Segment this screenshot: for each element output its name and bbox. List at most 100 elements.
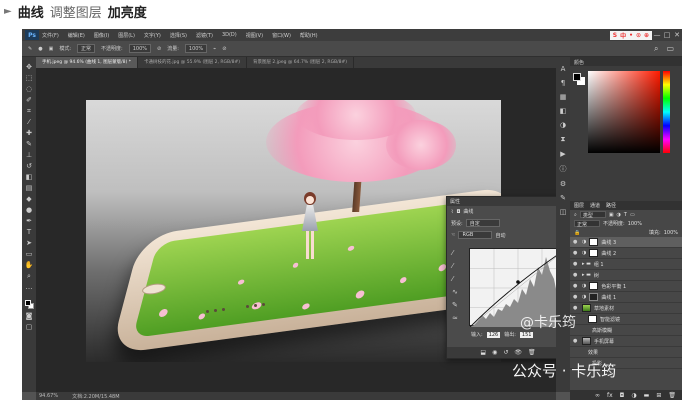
layer-row[interactable]: ● ◑ 曲线 3 (570, 237, 682, 248)
brush-presets-icon[interactable]: ✎ (560, 194, 566, 202)
filter-adjust-icon[interactable]: ◑ (617, 212, 621, 218)
eye-icon[interactable]: ● (573, 261, 579, 267)
brush-tool-icon[interactable]: ✎ (28, 46, 32, 52)
dodge-tool-icon[interactable]: ● (26, 206, 32, 214)
channel-select[interactable]: RGB (458, 231, 493, 239)
layer-thumb[interactable] (582, 337, 591, 345)
flow-input[interactable]: 100% (184, 44, 208, 53)
character-panel-icon[interactable]: A (561, 65, 566, 73)
tab-paths[interactable]: 路径 (606, 202, 616, 209)
color-swatches[interactable] (24, 300, 34, 309)
lasso-tool-icon[interactable]: ◌ (26, 85, 32, 93)
document-image[interactable] (86, 100, 501, 362)
layer-row[interactable]: ● 手机屏幕 (570, 336, 682, 347)
stamp-tool-icon[interactable]: ⊥ (26, 151, 32, 159)
layer-opacity-value[interactable]: 100% (628, 221, 642, 227)
preset-select[interactable]: 自定 (465, 219, 500, 227)
new-adjustment-icon[interactable]: ◑ (631, 392, 636, 399)
layer-sub-row[interactable]: 智能滤镜 (570, 314, 682, 325)
layer-row[interactable]: ● ◑ 曲线 2 (570, 248, 682, 259)
mode-select[interactable]: 正常 (77, 44, 96, 53)
filter-mask-thumb[interactable] (588, 315, 597, 323)
blur-tool-icon[interactable]: ◆ (26, 195, 31, 203)
eye-icon[interactable]: ● (573, 283, 579, 289)
workspace-icon[interactable]: ▭ (666, 44, 674, 54)
menu-help[interactable]: 帮助(H) (300, 32, 318, 39)
layer-kind-select[interactable]: 类型 (579, 211, 606, 219)
add-mask-icon[interactable]: ◘ (620, 392, 625, 399)
eye-icon[interactable]: ● (573, 338, 579, 344)
tab-phone-doc[interactable]: 手机.jpeg @ 94.6% (曲线 1, 图层蒙版/8) * (36, 57, 138, 68)
eye-icon[interactable]: ● (573, 239, 579, 245)
menu-view[interactable]: 视图(V) (246, 32, 263, 39)
layer-style-icon[interactable]: fx (607, 392, 613, 399)
gradient-tool-icon[interactable]: ▤ (26, 184, 33, 192)
brush-tool-active-icon[interactable]: ✎ (26, 140, 32, 148)
filter-type-icon[interactable]: T (624, 212, 627, 218)
type-tool-icon[interactable]: T (27, 228, 31, 236)
link-layers-icon[interactable]: ∞ (595, 392, 600, 399)
menu-image[interactable]: 图像(I) (94, 32, 109, 39)
brush-panel-icon[interactable]: ▣ (49, 46, 54, 52)
airbrush-icon[interactable]: ⌁ (213, 46, 216, 52)
menu-file[interactable]: 文件(F) (42, 32, 59, 39)
hue-slider[interactable] (663, 71, 670, 153)
mask-icon[interactable]: ◘ (456, 209, 460, 215)
layer-sub-row[interactable]: 效果 (570, 347, 682, 358)
brush-preset-icon[interactable]: ● (38, 46, 42, 52)
target-adjust-icon[interactable]: ☜ (451, 232, 455, 238)
white-point-eyedropper-icon[interactable]: ⁄ (452, 275, 458, 283)
menu-3d[interactable]: 3D(D) (222, 32, 237, 38)
visibility-icon[interactable]: 👁 (514, 349, 522, 356)
eye-icon[interactable]: ● (573, 272, 579, 278)
search-icon[interactable]: ⌕ (654, 44, 658, 54)
screen-mode-icon[interactable]: ▢ (26, 323, 33, 331)
eye-icon[interactable]: ● (573, 305, 579, 311)
menu-filter[interactable]: 滤镜(T) (196, 32, 213, 39)
ime-toolbar[interactable]: S 中 • ⊙ ⊕ (609, 30, 652, 40)
shape-tool-icon[interactable]: ▭ (26, 250, 33, 258)
crop-tool-icon[interactable]: ⌗ (27, 107, 31, 115)
output-value[interactable]: 151 (519, 331, 534, 338)
black-point-eyedropper-icon[interactable]: ⁄ (452, 249, 458, 257)
lock-icon[interactable]: 🔒 (574, 230, 580, 236)
adjustments-panel-icon[interactable]: ◑ (560, 121, 566, 129)
foreground-color[interactable] (24, 300, 31, 306)
minimize-icon[interactable]: — (652, 31, 662, 39)
layer-row[interactable]: ● 草地素材 (570, 303, 682, 314)
layer-row[interactable]: ● ◑ 曲线 1 (570, 292, 682, 303)
auto-button[interactable]: 自动 (495, 232, 505, 239)
layer-mask-thumb[interactable] (589, 293, 599, 301)
history-brush-icon[interactable]: ↺ (26, 162, 32, 170)
hand-tool-icon[interactable]: ✋ (25, 261, 34, 269)
pencil-curve-tool-icon[interactable]: ✎ (452, 301, 458, 309)
layer-mask-thumb[interactable] (589, 282, 599, 290)
quick-mask-icon[interactable]: ◙ (26, 312, 33, 320)
properties-panel-icon[interactable]: ⚙ (560, 180, 566, 188)
tab-bg-doc[interactable]: 背景图层 2.jpeg @ 64.7% (图层 2, RGB/8#) (247, 57, 355, 68)
delete-icon[interactable]: 🗑 (528, 349, 536, 356)
menu-edit[interactable]: 编辑(E) (68, 32, 85, 39)
menu-type[interactable]: 文字(Y) (144, 32, 161, 39)
color-panel-swatches[interactable] (573, 73, 585, 85)
layer-mask-thumb[interactable] (589, 238, 599, 246)
layer-row[interactable]: ● ▸ ▬ 组 1 (570, 259, 682, 270)
tab-tree-doc[interactable]: 卡通树枝的花.jpg @ 55.9% (图层 2, RGB/8#) (138, 57, 247, 68)
layer-thumb[interactable] (582, 304, 591, 312)
filter-shape-icon[interactable]: ▭ (630, 212, 635, 218)
channels-icon[interactable]: ◫ (560, 208, 567, 216)
actions-panel-icon[interactable]: ▶ (560, 150, 565, 158)
history-panel-icon[interactable]: ⧗ (561, 135, 566, 144)
close-icon[interactable]: ✕ (672, 31, 682, 39)
layer-sub-row[interactable]: 高斯模糊 (570, 325, 682, 336)
layer-mask-thumb[interactable] (589, 249, 599, 257)
gray-point-eyedropper-icon[interactable]: ⁄ (452, 262, 458, 270)
ime-punct-icon[interactable]: • (629, 32, 633, 39)
smooth-curve-icon[interactable]: ≈ (452, 314, 458, 322)
menu-layer[interactable]: 图层(L) (118, 32, 135, 39)
layer-row[interactable]: ● ▸ ▬ 树 (570, 270, 682, 281)
filter-pixel-icon[interactable]: ▣ (609, 212, 614, 218)
new-group-icon[interactable]: ▬ (644, 392, 650, 399)
zoom-tool-icon[interactable]: ⌕ (27, 272, 31, 280)
tab-layers[interactable]: 图层 (574, 202, 584, 209)
